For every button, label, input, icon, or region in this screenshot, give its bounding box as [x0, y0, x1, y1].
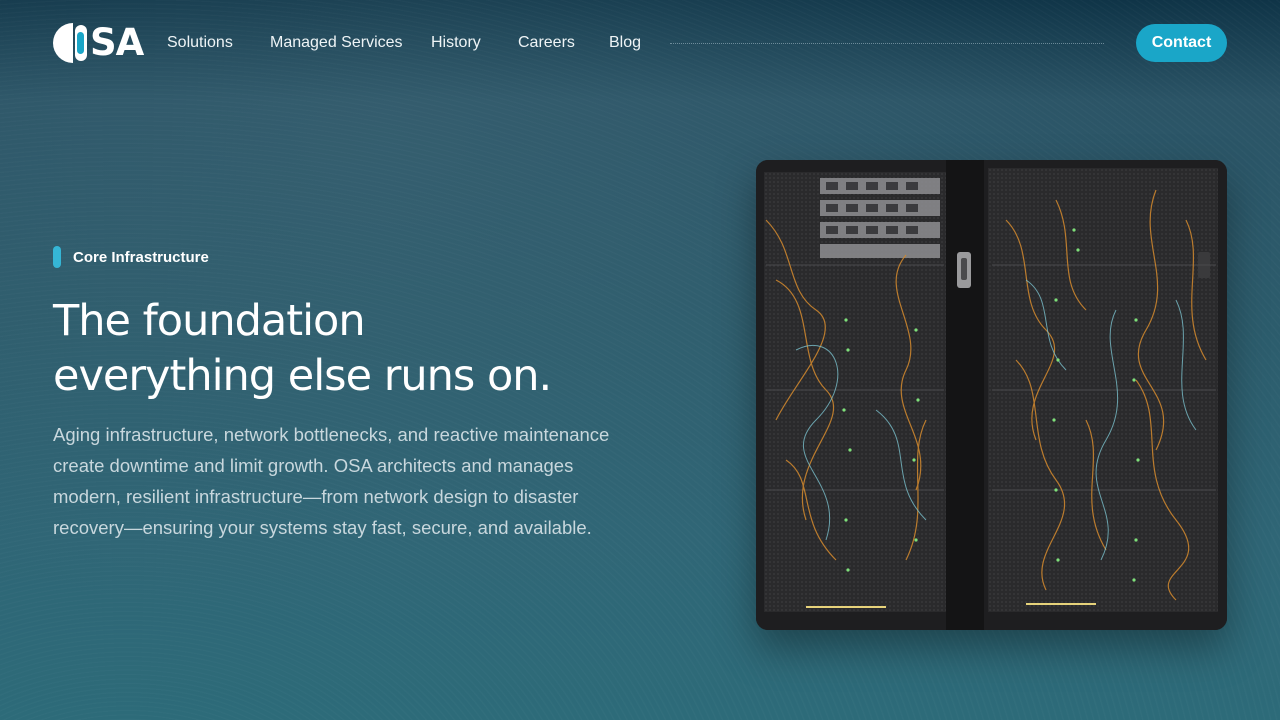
server-rack-image	[756, 160, 1227, 630]
eyebrow-accent-bar	[53, 246, 61, 268]
nav-link-blog[interactable]: Blog	[609, 32, 641, 54]
nav-link-solutions[interactable]: Solutions	[167, 32, 233, 54]
eyebrow: Core Infrastructure	[53, 246, 209, 268]
nav-link-careers[interactable]: Careers	[518, 32, 575, 54]
contact-button[interactable]: Contact	[1136, 24, 1227, 62]
nav-divider	[670, 43, 1104, 44]
hero-body-text: Aging infrastructure, network bottleneck…	[53, 424, 610, 538]
server-rack-illustration	[756, 160, 1227, 630]
hero-headline: The foundation everything else runs on.	[53, 294, 693, 404]
nav-link-history[interactable]: History	[431, 32, 481, 54]
headline-line-2: everything else runs on.	[53, 351, 552, 401]
logo-o-mark-icon	[53, 23, 89, 63]
headline-line-1: The foundation	[53, 296, 366, 346]
osa-logo[interactable]: SA	[53, 23, 144, 63]
top-navigation: SA Solutions Managed Services History Ca…	[0, 0, 1280, 86]
eyebrow-label: Core Infrastructure	[73, 248, 209, 266]
nav-link-managed-services[interactable]: Managed Services	[270, 32, 403, 54]
logo-wordmark: SA	[90, 21, 144, 64]
